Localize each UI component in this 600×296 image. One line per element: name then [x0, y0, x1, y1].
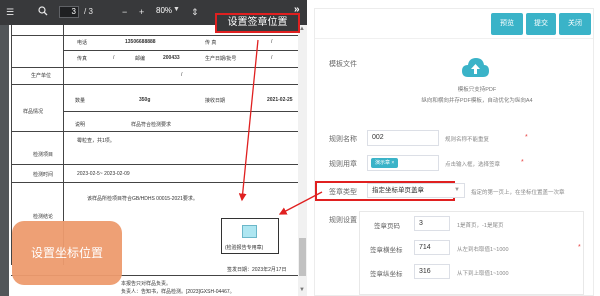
annotation-arrows [238, 39, 323, 215]
